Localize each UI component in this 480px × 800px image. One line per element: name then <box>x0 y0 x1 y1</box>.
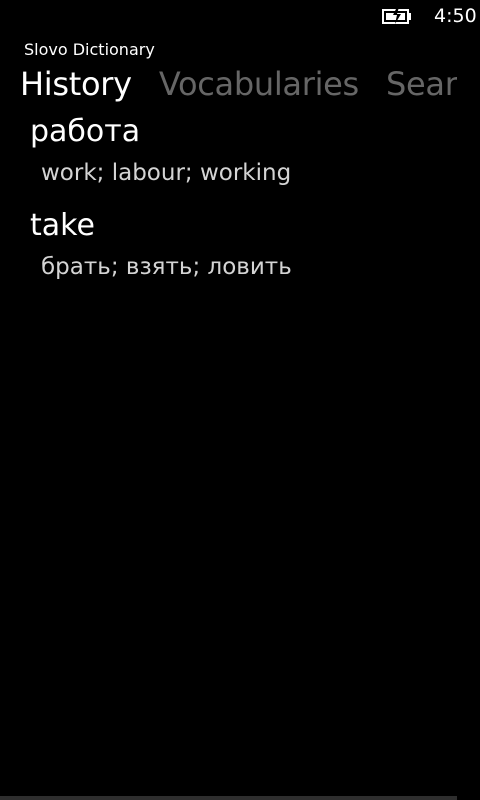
history-translation: work; labour; working <box>41 160 292 186</box>
battery-charging-icon <box>382 7 411 24</box>
tab-history[interactable]: History <box>20 62 132 106</box>
history-item[interactable]: take брать; взять; ловить <box>0 206 480 300</box>
tab-search[interactable]: Search <box>386 62 457 106</box>
pivot-header: History Vocabularies Search <box>20 62 457 108</box>
status-time: 4:50 <box>434 5 477 27</box>
app-title: Slovo Dictionary <box>24 40 155 59</box>
status-bar: 4:50 <box>0 0 480 32</box>
history-word: take <box>30 208 95 243</box>
history-translation: брать; взять; ловить <box>41 254 292 280</box>
tab-vocabularies[interactable]: Vocabularies <box>159 62 359 106</box>
history-list: работа work; labour; working take брать;… <box>0 112 480 300</box>
history-word: работа <box>30 114 141 149</box>
history-item[interactable]: работа work; labour; working <box>0 112 480 206</box>
scroll-indicator <box>0 796 457 800</box>
